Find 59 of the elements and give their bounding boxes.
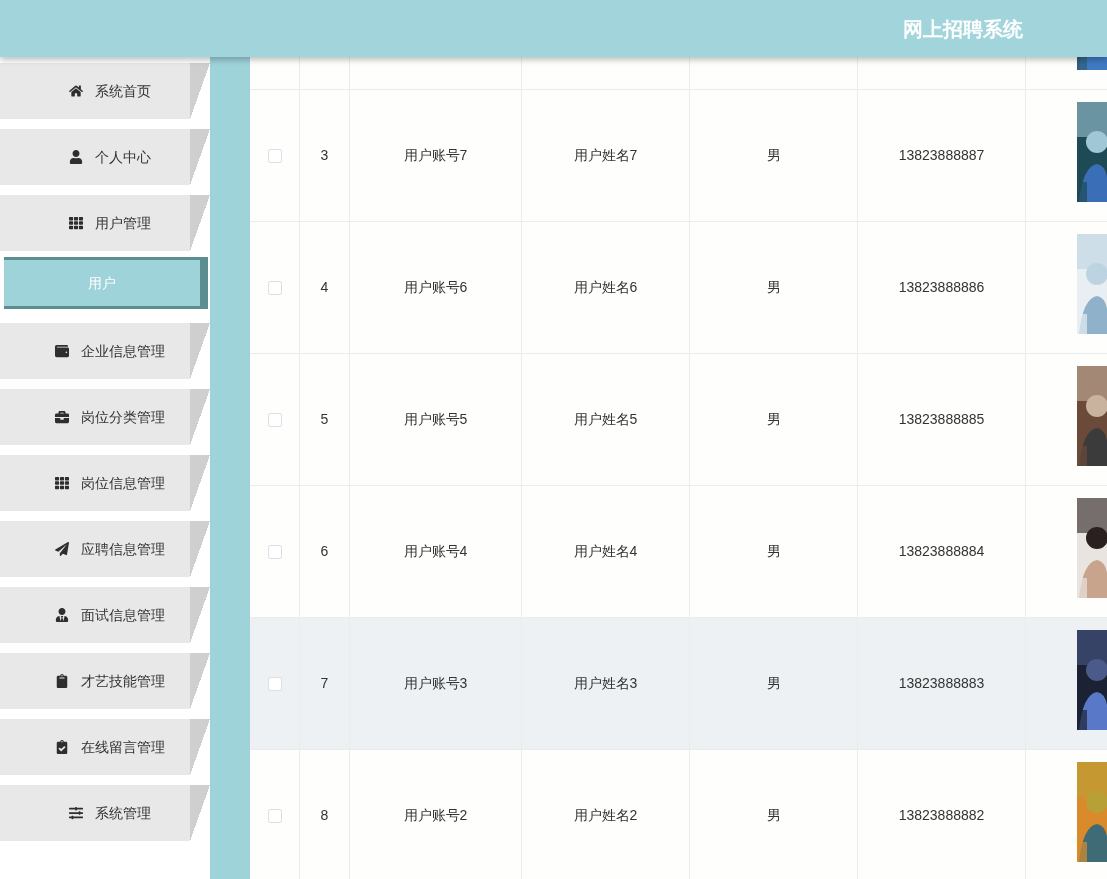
row-number: 5 <box>320 410 329 429</box>
fold-corner <box>190 63 210 119</box>
table-cell-text: 用户姓名5 <box>573 410 638 429</box>
row-number: 4 <box>320 278 329 297</box>
table-cell-text: 男 <box>766 542 781 561</box>
table-cell-text: 用户姓名7 <box>573 146 638 165</box>
row-checkbox[interactable] <box>267 148 282 163</box>
fold-corner <box>190 129 210 185</box>
table-cell-text: 用户姓名2 <box>573 806 638 825</box>
fold-corner <box>190 785 210 841</box>
table-cell-text: 用户姓名3 <box>573 674 638 693</box>
user-icon <box>55 608 69 622</box>
briefcase-icon <box>55 410 69 424</box>
table-cell-text: 男 <box>766 278 781 297</box>
table-cell-text: 男 <box>766 674 781 693</box>
row-number: 6 <box>320 542 329 561</box>
table-cell-text: 用户账号4 <box>403 542 468 561</box>
user-icon <box>69 150 83 164</box>
home-icon <box>69 84 83 98</box>
row-checkbox[interactable] <box>267 412 282 427</box>
row-number: 3 <box>320 146 329 165</box>
table-cell-text: 13823888885 <box>898 410 985 429</box>
table-cell-text: 用户账号3 <box>403 674 468 693</box>
table-cell-text: 用户姓名6 <box>573 278 638 297</box>
table-cell-text: 13823888887 <box>898 146 985 165</box>
fold-corner <box>190 323 210 379</box>
clipboard-check-icon <box>55 740 69 754</box>
table-cell-text: 13823888884 <box>898 542 985 561</box>
table-cell-text: 13823888886 <box>898 278 985 297</box>
row-checkbox[interactable] <box>267 676 282 691</box>
row-checkbox[interactable] <box>267 808 282 823</box>
row-number: 8 <box>320 806 329 825</box>
clipboard-icon <box>55 674 69 688</box>
row-checkbox[interactable] <box>267 544 282 559</box>
app-title: 网上招聘系统 <box>903 16 1023 42</box>
settings-icon <box>69 806 83 820</box>
table-cell-text: 男 <box>766 806 781 825</box>
fold-corner <box>190 195 210 251</box>
paper-plane-icon <box>55 542 69 556</box>
table-cell-text: 用户账号2 <box>403 806 468 825</box>
wallet-icon <box>55 344 69 358</box>
table-cell-text: 男 <box>766 146 781 165</box>
row-number: 7 <box>320 674 329 693</box>
table-cell-text: 13823888882 <box>898 806 985 825</box>
fold-corner <box>190 653 210 709</box>
fold-corner <box>190 719 210 775</box>
table-cell-text: 用户姓名4 <box>573 542 638 561</box>
table-cell-text: 用户账号7 <box>403 146 468 165</box>
fold-corner <box>190 389 210 445</box>
table-cell-text: 13823888883 <box>898 674 985 693</box>
grid-icon <box>69 216 83 230</box>
table-cell-text: 用户账号5 <box>403 410 468 429</box>
fold-corner <box>190 521 210 577</box>
table-cell-text: 用户账号6 <box>403 278 468 297</box>
fold-corner <box>190 587 210 643</box>
fold-corner <box>190 455 210 511</box>
table-cell-text: 男 <box>766 410 781 429</box>
row-checkbox[interactable] <box>267 280 282 295</box>
grid-icon <box>55 476 69 490</box>
